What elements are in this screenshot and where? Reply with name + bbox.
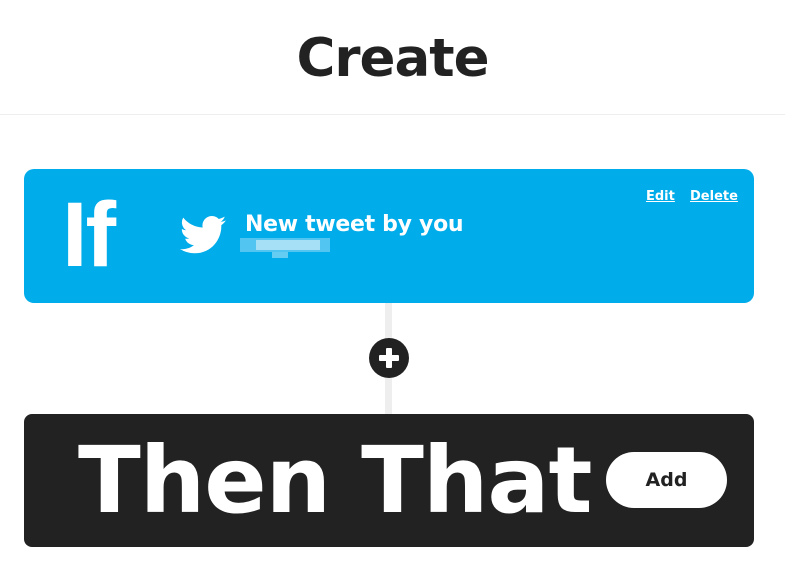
add-action-button[interactable]: Add — [606, 452, 727, 508]
trigger-title: New tweet by you — [245, 212, 464, 237]
twitter-bird-icon — [180, 215, 226, 254]
page-header: Create — [0, 0, 785, 115]
page-title: Create — [296, 28, 489, 89]
delete-trigger-link[interactable]: Delete — [690, 189, 738, 204]
edit-trigger-link[interactable]: Edit — [646, 189, 675, 204]
redacted-username — [240, 238, 330, 258]
add-step-button[interactable] — [369, 338, 409, 378]
then-action-card: Then That Add — [24, 414, 754, 547]
then-that-label: Then That — [78, 427, 592, 534]
if-trigger-card: If New tweet by you Edit Delete — [24, 169, 754, 303]
if-label: If — [62, 184, 116, 286]
